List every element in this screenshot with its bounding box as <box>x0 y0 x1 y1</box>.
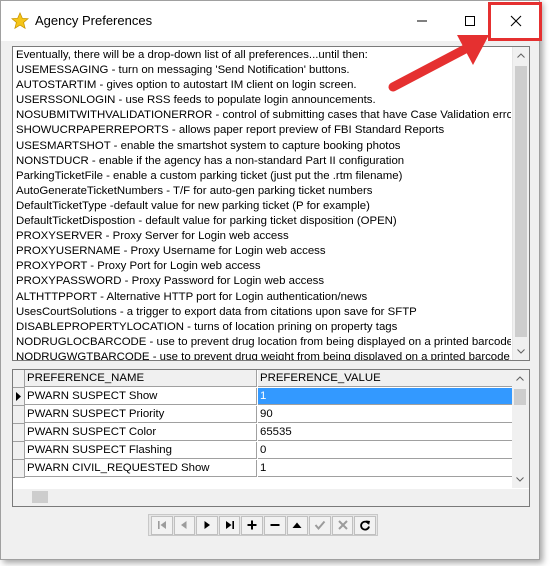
notes-line: USESMARTSHOT - enable the smartshot syst… <box>16 139 401 152</box>
notes-line: PROXYUSERNAME - Proxy Username for Login… <box>16 245 326 258</box>
table-row[interactable]: PWARN SUSPECT Priority 90 <box>13 406 513 424</box>
next-record-icon <box>204 521 210 529</box>
row-indicator-header <box>13 370 25 388</box>
notes-line: AutoGenerateTicketNumbers - T/F for auto… <box>16 184 373 197</box>
preference-value-cell[interactable]: 0 <box>258 442 513 459</box>
refresh-icon <box>360 520 371 531</box>
insert-record-button[interactable] <box>241 515 263 535</box>
row-indicator[interactable] <box>13 406 25 424</box>
last-record-button[interactable] <box>218 515 241 535</box>
chevron-down-icon <box>516 477 524 482</box>
notes-line: DefaultTicketType -default value for new… <box>16 199 370 212</box>
notes-line: PROXYSERVER - Proxy Server for Login web… <box>16 230 289 243</box>
column-header-preference-name[interactable]: PREFERENCE_NAME <box>25 370 257 387</box>
next-record-button[interactable] <box>196 515 218 535</box>
preference-value-cell[interactable]: 1 <box>258 388 513 405</box>
delete-record-icon <box>270 524 280 526</box>
column-header-preference-value[interactable]: PREFERENCE_VALUE <box>258 370 513 387</box>
grid-scroll-up-button[interactable] <box>512 370 528 387</box>
first-record-icon <box>157 521 166 529</box>
cancel-edit-button[interactable] <box>331 515 354 535</box>
post-edit-icon <box>314 520 326 531</box>
record-navigator <box>148 514 378 536</box>
preference-name-cell[interactable]: PWARN SUSPECT Priority <box>25 406 257 423</box>
notes-vertical-scrollbar[interactable] <box>512 47 529 360</box>
star-icon <box>11 12 29 30</box>
preference-value-cell[interactable]: 65535 <box>258 424 513 441</box>
refresh-button[interactable] <box>354 515 376 535</box>
preference-name-cell[interactable]: PWARN SUSPECT Color <box>25 424 257 441</box>
grid-scroll-corner <box>512 489 529 506</box>
edit-record-icon <box>292 522 302 528</box>
cancel-edit-icon <box>337 520 348 530</box>
notes-line: NOSUBMITWITHVALIDATIONERROR - control of… <box>16 109 511 122</box>
preference-value-cell[interactable]: 90 <box>258 406 513 423</box>
table-row[interactable]: PWARN SUSPECT Show 1 <box>13 388 513 406</box>
scroll-down-button[interactable] <box>513 343 529 360</box>
preference-value-cell[interactable]: 1 <box>258 460 513 477</box>
notes-line: ParkingTicketFile - enable a custom park… <box>16 169 403 182</box>
row-indicator[interactable] <box>13 424 25 442</box>
notes-line: UsesCourtSolutions - a trigger to export… <box>16 305 417 318</box>
table-row[interactable]: PWARN SUSPECT Color 65535 <box>13 424 513 442</box>
table-row[interactable]: PWARN CIVIL_REQUESTED Show 1 <box>13 460 513 478</box>
grid-horizontal-scrollbar[interactable] <box>13 489 513 506</box>
notes-line: USERSSONLOGIN - use RSS feeds to populat… <box>16 94 376 107</box>
scroll-up-button[interactable] <box>513 47 529 64</box>
notes-line: NONSTDUCR - enable if the agency has a n… <box>16 154 405 167</box>
preference-name-cell[interactable]: PWARN CIVIL_REQUESTED Show <box>25 460 257 477</box>
grid-hscroll-thumb[interactable] <box>32 491 48 503</box>
annotation-arrow-icon <box>388 35 489 92</box>
prior-record-button[interactable] <box>173 515 196 535</box>
grid-vertical-scrollbar[interactable] <box>512 370 529 488</box>
edit-record-button[interactable] <box>286 515 309 535</box>
notes-line: SHOWUCRPAPERREPORTS - allows paper repor… <box>16 124 445 137</box>
preferences-grid[interactable]: PREFERENCE_NAME PREFERENCE_VALUE PWARN S… <box>12 369 530 507</box>
window-title: Agency Preferences <box>35 13 153 28</box>
row-indicator[interactable] <box>13 442 25 460</box>
chevron-up-icon <box>516 376 524 381</box>
notes-scroll-thumb[interactable] <box>515 66 527 337</box>
chevron-up-icon <box>517 53 525 58</box>
last-record-icon <box>225 521 234 529</box>
notes-line: ALTHTTPPORT - Alternative HTTP port for … <box>16 290 368 303</box>
row-indicator[interactable] <box>13 388 25 406</box>
row-indicator[interactable] <box>13 460 25 478</box>
grid-scroll-down-button[interactable] <box>512 471 528 488</box>
notes-line: PROXYPASSWORD - Proxy Password for Login… <box>16 275 325 288</box>
insert-record-icon <box>247 520 257 530</box>
notes-line: DefaultTicketDispostion - default value … <box>16 215 397 228</box>
preference-name-cell[interactable]: PWARN SUSPECT Flashing <box>25 442 257 459</box>
table-row[interactable]: PWARN SUSPECT Flashing 0 <box>13 442 513 460</box>
notes-line: DISABLEPROPERTYLOCATION - turns of locat… <box>16 320 398 333</box>
prior-record-icon <box>181 521 187 529</box>
preference-name-cell[interactable]: PWARN SUSPECT Show <box>25 388 257 405</box>
current-row-pointer-icon <box>16 392 21 401</box>
notes-line: NODRUGWGTBARCODE - use to prevent drug w… <box>16 350 511 361</box>
annotation-highlight-box <box>488 2 542 41</box>
delete-record-button[interactable] <box>263 515 286 535</box>
grid-header-row: PREFERENCE_NAME PREFERENCE_VALUE <box>13 370 513 388</box>
notes-line: PROXYPORT - Proxy Port for Login web acc… <box>16 260 261 273</box>
chevron-down-icon <box>517 349 525 354</box>
notes-line: NODRUGLOCBARCODE - use to prevent drug l… <box>16 335 511 348</box>
post-edit-button[interactable] <box>309 515 331 535</box>
first-record-button[interactable] <box>151 515 173 535</box>
grid-scroll-thumb[interactable] <box>514 389 526 405</box>
